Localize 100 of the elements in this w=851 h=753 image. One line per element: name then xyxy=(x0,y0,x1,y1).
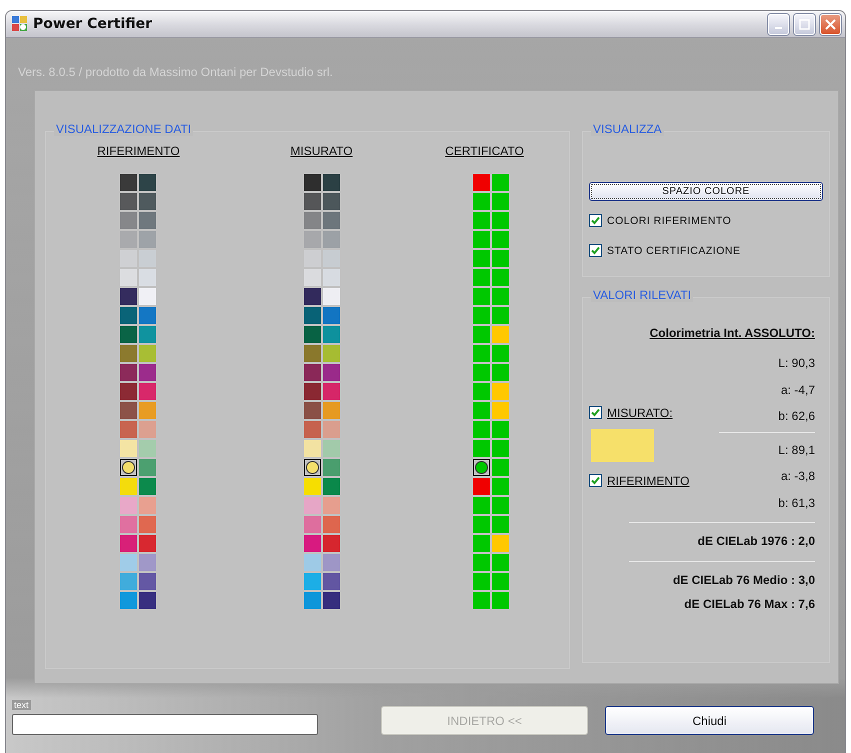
color-swatch[interactable] xyxy=(139,421,156,438)
color-swatch[interactable] xyxy=(472,459,490,476)
color-swatch[interactable] xyxy=(139,554,156,571)
color-swatch[interactable] xyxy=(139,307,156,324)
color-swatch[interactable] xyxy=(472,250,490,267)
color-swatch[interactable] xyxy=(472,307,490,324)
color-swatch[interactable] xyxy=(492,174,508,191)
color-swatch[interactable] xyxy=(304,326,320,343)
color-swatch[interactable] xyxy=(120,288,137,305)
color-swatch[interactable] xyxy=(492,250,508,267)
color-swatch[interactable] xyxy=(322,364,340,381)
color-swatch[interactable] xyxy=(322,573,340,590)
color-swatch[interactable] xyxy=(472,592,490,609)
color-swatch[interactable] xyxy=(120,497,137,514)
color-swatch[interactable] xyxy=(322,440,340,457)
color-swatch[interactable] xyxy=(139,326,156,343)
color-swatch[interactable] xyxy=(120,193,137,210)
color-swatch[interactable] xyxy=(492,421,508,438)
color-swatch[interactable] xyxy=(472,478,490,495)
color-swatch[interactable] xyxy=(139,402,156,419)
color-swatch[interactable] xyxy=(492,573,508,590)
color-swatch[interactable] xyxy=(304,459,320,476)
color-swatch[interactable] xyxy=(322,231,340,248)
color-swatch[interactable] xyxy=(492,307,508,324)
color-swatch[interactable] xyxy=(304,497,320,514)
color-swatch[interactable] xyxy=(322,516,340,533)
checkbox[interactable] xyxy=(589,244,602,257)
color-swatch[interactable] xyxy=(472,174,490,191)
color-swatch[interactable] xyxy=(492,326,508,343)
color-swatch[interactable] xyxy=(492,383,508,400)
color-swatch[interactable] xyxy=(472,573,490,590)
color-swatch[interactable] xyxy=(472,383,490,400)
color-swatch[interactable] xyxy=(304,231,320,248)
color-swatch[interactable] xyxy=(472,326,490,343)
color-swatch[interactable] xyxy=(472,364,490,381)
color-swatch[interactable] xyxy=(139,269,156,286)
color-space-button[interactable]: SPAZIO COLORE xyxy=(589,182,823,201)
color-swatch[interactable] xyxy=(322,459,340,476)
color-swatch[interactable] xyxy=(472,212,490,229)
color-swatch[interactable] xyxy=(304,345,320,362)
color-swatch[interactable] xyxy=(472,497,490,514)
color-swatch[interactable] xyxy=(304,212,320,229)
color-swatch[interactable] xyxy=(492,535,508,552)
color-swatch[interactable] xyxy=(304,554,320,571)
color-swatch[interactable] xyxy=(492,554,508,571)
color-swatch[interactable] xyxy=(472,231,490,248)
color-swatch[interactable] xyxy=(120,554,137,571)
color-swatch[interactable] xyxy=(139,497,156,514)
color-swatch[interactable] xyxy=(139,364,156,381)
color-swatch[interactable] xyxy=(139,193,156,210)
color-swatch[interactable] xyxy=(139,231,156,248)
color-swatch[interactable] xyxy=(472,516,490,533)
color-swatch[interactable] xyxy=(492,269,508,286)
color-swatch[interactable] xyxy=(492,478,508,495)
color-swatch[interactable] xyxy=(492,288,508,305)
color-swatch[interactable] xyxy=(304,174,320,191)
color-swatch[interactable] xyxy=(120,269,137,286)
color-swatch[interactable] xyxy=(472,440,490,457)
color-swatch[interactable] xyxy=(304,516,320,533)
color-swatch[interactable] xyxy=(322,592,340,609)
color-swatch[interactable] xyxy=(120,478,137,495)
checkbox[interactable] xyxy=(589,214,602,227)
color-swatch[interactable] xyxy=(120,307,137,324)
color-swatch[interactable] xyxy=(120,573,137,590)
color-swatch[interactable] xyxy=(322,307,340,324)
color-swatch[interactable] xyxy=(304,288,320,305)
color-swatch[interactable] xyxy=(472,554,490,571)
color-swatch[interactable] xyxy=(120,364,137,381)
color-swatch[interactable] xyxy=(304,269,320,286)
color-swatch[interactable] xyxy=(120,592,137,609)
color-swatch[interactable] xyxy=(139,459,156,476)
color-swatch[interactable] xyxy=(304,440,320,457)
color-swatch[interactable] xyxy=(139,516,156,533)
color-swatch[interactable] xyxy=(322,174,340,191)
checkbox[interactable] xyxy=(589,474,602,487)
color-swatch[interactable] xyxy=(304,592,320,609)
color-swatch[interactable] xyxy=(492,212,508,229)
color-swatch[interactable] xyxy=(322,535,340,552)
color-swatch[interactable] xyxy=(304,364,320,381)
color-swatch[interactable] xyxy=(304,402,320,419)
color-swatch[interactable] xyxy=(472,269,490,286)
color-swatch[interactable] xyxy=(492,193,508,210)
color-swatch[interactable] xyxy=(139,383,156,400)
color-swatch[interactable] xyxy=(322,383,340,400)
color-swatch[interactable] xyxy=(139,535,156,552)
color-swatch[interactable] xyxy=(120,212,137,229)
color-swatch[interactable] xyxy=(120,459,137,476)
color-swatch[interactable] xyxy=(304,383,320,400)
color-swatch[interactable] xyxy=(139,288,156,305)
color-swatch[interactable] xyxy=(492,459,508,476)
color-swatch[interactable] xyxy=(139,573,156,590)
color-swatch[interactable] xyxy=(139,212,156,229)
color-swatch[interactable] xyxy=(322,421,340,438)
color-swatch[interactable] xyxy=(492,345,508,362)
color-swatch[interactable] xyxy=(322,497,340,514)
color-swatch[interactable] xyxy=(322,345,340,362)
minimize-button[interactable] xyxy=(768,14,789,34)
color-swatch[interactable] xyxy=(492,516,508,533)
color-swatch[interactable] xyxy=(304,421,320,438)
color-swatch[interactable] xyxy=(472,402,490,419)
